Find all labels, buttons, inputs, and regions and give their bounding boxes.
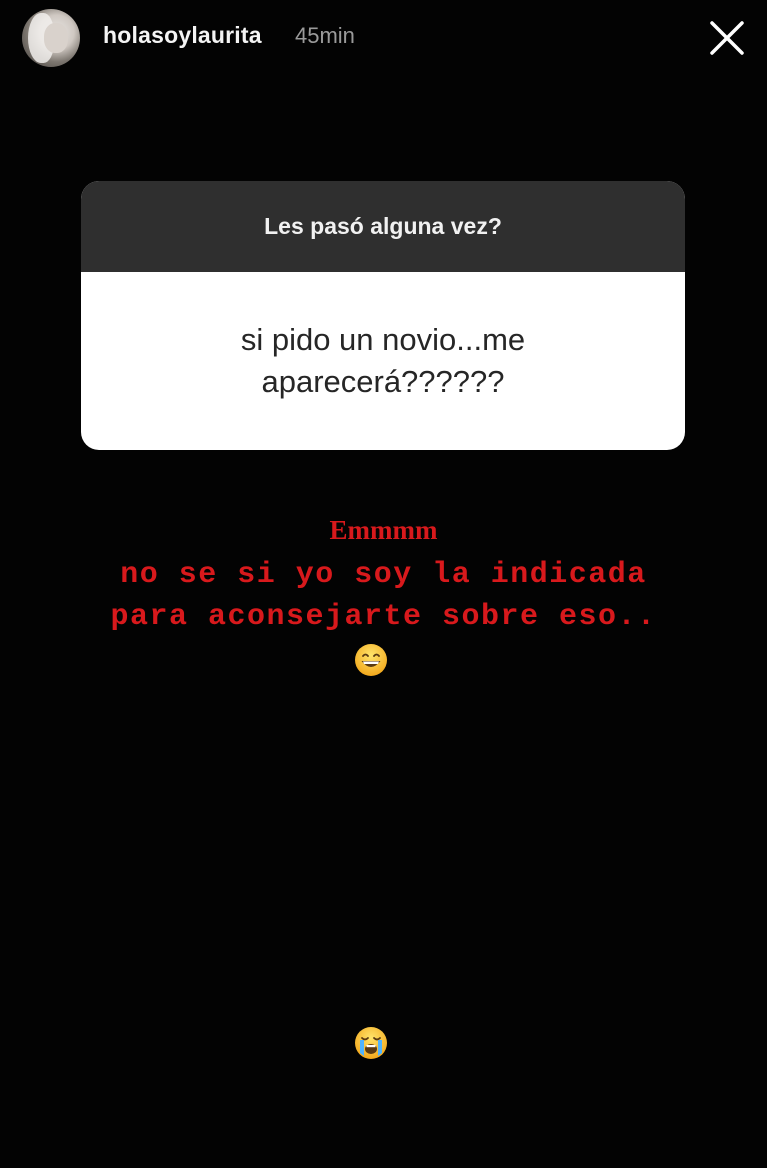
- question-sticker-body: si pido un novio...me aparecerá??????: [81, 272, 685, 450]
- question-prompt: Les pasó alguna vez?: [264, 213, 502, 239]
- grinning-face-icon: [354, 643, 388, 677]
- close-button[interactable]: [706, 17, 748, 59]
- crying-face-icon: [354, 1026, 388, 1060]
- post-time: 45min: [295, 23, 355, 48]
- story-header: holasoylaurita 45min: [0, 0, 767, 80]
- question-answer: si pido un novio...me aparecerá??????: [240, 322, 526, 399]
- avatar[interactable]: [22, 9, 80, 67]
- question-sticker: Les pasó alguna vez? si pido un novio...…: [81, 181, 685, 450]
- reply-text-line-2: para aconsejarte sobre eso..: [110, 600, 657, 634]
- story-view[interactable]: holasoylaurita 45min Les pasó alguna vez…: [0, 0, 767, 1168]
- reply-text-line-1: no se si yo soy la indicada: [120, 558, 647, 592]
- question-sticker-header: Les pasó alguna vez?: [81, 181, 685, 272]
- close-icon: [710, 21, 744, 55]
- avatar-face: [44, 23, 68, 53]
- username[interactable]: holasoylaurita: [103, 22, 262, 49]
- reply-text-emm: Emmmm: [329, 515, 438, 545]
